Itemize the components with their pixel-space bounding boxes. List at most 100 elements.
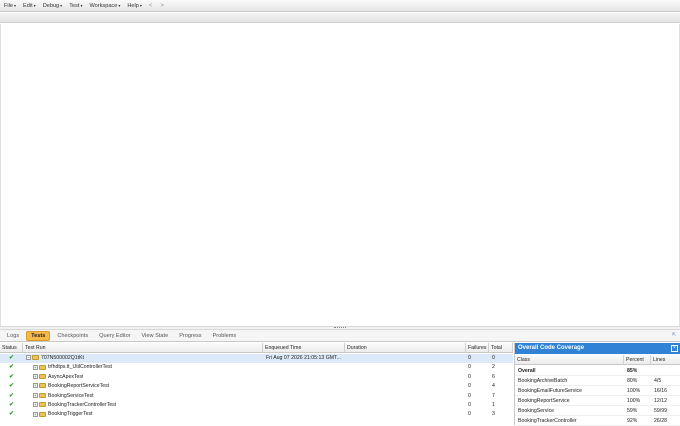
coverage-row[interactable]: BookingReportService 100% 12/12 <box>515 396 680 406</box>
coverage-class-cell: BookingEmailFutureService <box>518 388 583 394</box>
failures-cell: 0 <box>468 355 471 361</box>
chevron-down-icon: ▾ <box>60 2 63 8</box>
chevron-down-icon: ▾ <box>80 2 83 8</box>
coverage-title: Overall Code Coverage <box>515 343 680 354</box>
tab-progress[interactable]: Progress <box>175 332 205 340</box>
test-run-name: 707N500002Q1tKt <box>41 355 84 361</box>
menu-test-label: Test <box>69 2 80 9</box>
menu-test[interactable]: Test▾ <box>69 3 82 9</box>
chevron-down-icon: ▾ <box>33 2 36 8</box>
coverage-percent-cell: 85% <box>627 368 638 374</box>
test-run-name: trfhdtps.tt_UtilControllerTest <box>48 364 113 371</box>
duration-cell <box>348 373 464 382</box>
test-run-name-cell: + BookingTriggerTest <box>33 410 93 419</box>
pass-check-icon: ✔ <box>9 402 15 408</box>
coverage-row[interactable]: BookingArchiveBatch 80% 4/5 <box>515 376 680 386</box>
column-header-total[interactable]: Total <box>489 343 513 353</box>
duration-cell <box>348 392 464 401</box>
forward-arrow-icon[interactable]: > <box>160 3 164 9</box>
coverage-overall-row[interactable]: Overall 85% <box>515 366 680 376</box>
close-icon[interactable]: × <box>671 345 678 352</box>
total-cell: 6 <box>492 373 495 380</box>
tab-logs[interactable]: Logs <box>3 332 23 340</box>
coverage-lines-cell: 12/12 <box>654 398 667 404</box>
column-header-enqueued-time[interactable]: Enqueued Time <box>263 343 345 353</box>
expand-icon[interactable]: + <box>33 383 38 389</box>
expand-icon[interactable]: + <box>33 402 38 408</box>
expand-icon[interactable]: + <box>33 392 38 398</box>
menu-debug-label: Debug <box>42 2 60 9</box>
pass-check-icon: ✔ <box>9 355 15 361</box>
column-header-status[interactable]: Status <box>0 343 23 353</box>
tab-problems[interactable]: Problems <box>209 332 241 340</box>
failures-cell: 0 <box>468 383 471 390</box>
tab-query-editor[interactable]: Query Editor <box>95 332 134 340</box>
chevron-down-icon: ▾ <box>14 2 17 8</box>
chevron-down-icon: ▾ <box>139 2 142 8</box>
expand-icon[interactable]: + <box>33 411 38 417</box>
pass-check-icon: ✔ <box>9 383 15 390</box>
menu-workspace-label: Workspace <box>89 2 118 9</box>
menu-workspace[interactable]: Workspace▾ <box>89 3 120 9</box>
test-run-row[interactable]: ✔ + BookingTriggerTest 0 3 <box>0 410 513 419</box>
duration-cell <box>348 354 464 363</box>
column-header-test-run[interactable]: Test Run <box>23 343 263 353</box>
test-run-row[interactable]: ✔ − 707N500002Q1tKt Fri Aug 07 2026 21:05:1… <box>0 354 513 364</box>
test-run-row[interactable]: ✔ + BookingTrackerControllerTest 0 1 <box>0 401 513 410</box>
menu-help-label: Help <box>127 2 139 9</box>
splitter-grip-icon[interactable] <box>334 327 346 329</box>
column-header-lines[interactable]: Lines <box>651 355 680 365</box>
menu-bar: File▾ Edit▾ Debug▾ Test▾ Workspace▾ Help… <box>0 0 680 12</box>
menu-debug[interactable]: Debug▾ <box>43 3 63 9</box>
column-header-class[interactable]: Class <box>515 355 624 365</box>
test-run-name-cell: + BookingServiceTest <box>33 392 94 401</box>
coverage-class-cell: Overall <box>518 368 536 374</box>
back-arrow-icon[interactable]: < <box>149 3 153 9</box>
coverage-row[interactable]: BookingEmailFutureService 100% 16/16 <box>515 386 680 396</box>
coverage-class-cell: BookingReportService <box>518 398 570 404</box>
test-run-name: AsyncApexTest <box>48 373 84 380</box>
pass-check-icon: ✔ <box>9 392 15 399</box>
folder-icon <box>39 411 46 417</box>
editor-tab-strip <box>0 13 680 23</box>
test-run-row[interactable]: ✔ + trfhdtps.tt_UtilControllerTest 0 2 <box>0 363 513 372</box>
tab-checkpoints[interactable]: Checkpoints <box>53 332 92 340</box>
editor-area[interactable] <box>0 24 680 326</box>
column-header-percent[interactable]: Percent <box>624 355 651 365</box>
coverage-lines-cell: 16/16 <box>654 388 667 394</box>
expand-icon[interactable]: + <box>33 373 38 379</box>
folder-icon <box>39 364 46 370</box>
duration-cell <box>348 401 464 410</box>
coverage-lines-cell: 4/5 <box>654 378 662 384</box>
test-run-name: BookingReportServiceTest <box>48 383 110 390</box>
menu-file[interactable]: File▾ <box>4 3 16 9</box>
test-run-name-cell: + BookingTrackerControllerTest <box>33 401 116 410</box>
tests-grid-header: Status Test Run Enqueued Time Duration F… <box>0 343 513 353</box>
menu-edit-label: Edit <box>23 2 33 9</box>
test-run-row[interactable]: ✔ + BookingReportServiceTest 0 4 <box>0 382 513 391</box>
menu-edit[interactable]: Edit▾ <box>23 3 36 9</box>
duration-cell <box>348 410 464 419</box>
tab-tests[interactable]: Tests <box>26 330 51 341</box>
test-run-name: BookingTriggerTest <box>48 411 93 418</box>
test-run-row[interactable]: ✔ + BookingServiceTest 0 7 <box>0 392 513 401</box>
menu-file-label: File <box>4 2 14 9</box>
total-cell: 7 <box>492 392 495 399</box>
restore-panel-icon[interactable]: ⇱ <box>671 332 677 338</box>
collapse-icon[interactable]: − <box>26 355 31 361</box>
failures-cell: 0 <box>468 402 471 408</box>
coverage-percent-cell: 100% <box>627 398 641 404</box>
menu-help[interactable]: Help▾ <box>127 3 142 9</box>
expand-icon[interactable]: + <box>33 364 38 370</box>
tab-view-state[interactable]: View State <box>138 332 173 340</box>
folder-icon <box>39 392 46 398</box>
column-header-duration[interactable]: Duration <box>345 343 466 353</box>
enqueued-time-cell <box>266 373 344 382</box>
coverage-row[interactable]: BookingService 59% 59/99 <box>515 406 680 416</box>
total-cell: 3 <box>492 411 495 418</box>
coverage-class-cell: BookingTrackerController <box>518 418 577 424</box>
column-header-failures[interactable]: Failures <box>466 343 489 353</box>
coverage-percent-cell: 59% <box>627 408 638 414</box>
test-run-row[interactable]: ✔ + AsyncApexTest 0 6 <box>0 373 513 382</box>
total-cell: 4 <box>492 383 495 390</box>
